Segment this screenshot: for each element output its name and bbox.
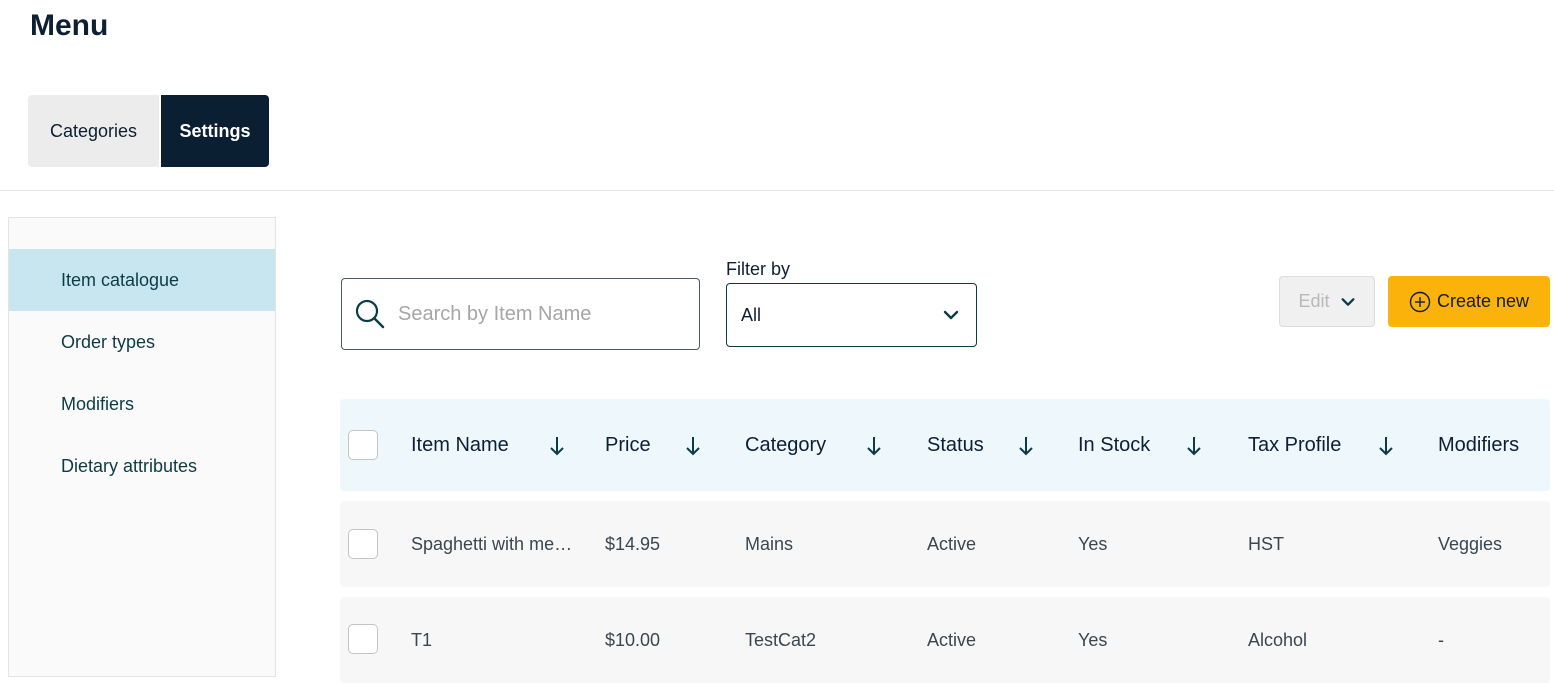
column-header-item-name[interactable]: Item Name <box>411 399 509 491</box>
cell-category: TestCat2 <box>745 629 817 650</box>
column-header-price[interactable]: Price <box>605 399 651 491</box>
sidebar-item-dietary-attributes[interactable]: Dietary attributes <box>9 435 275 497</box>
sidebar-item-modifiers[interactable]: Modifiers <box>9 373 275 435</box>
row-checkbox[interactable] <box>348 529 378 559</box>
sort-arrow-down-icon[interactable] <box>1018 435 1034 457</box>
tab-categories[interactable]: Categories <box>28 95 159 167</box>
sidebar-item-order-types[interactable]: Order types <box>9 311 275 373</box>
sidebar-item-item-catalogue[interactable]: Item catalogue <box>9 249 275 311</box>
filter-label: Filter by <box>726 259 791 279</box>
plus-circle-icon <box>1409 291 1431 312</box>
cell-in-stock: Yes <box>1078 629 1108 650</box>
chevron-down-icon <box>1341 297 1355 306</box>
row-checkbox[interactable] <box>348 624 378 654</box>
settings-sidebar: Item catalogue Order types Modifiers Die… <box>8 217 276 677</box>
page-title: Menu <box>30 9 109 42</box>
chevron-down-icon <box>943 310 959 320</box>
cell-category: Mains <box>745 533 794 554</box>
edit-button-label: Edit <box>1298 291 1330 311</box>
sort-arrow-down-icon[interactable] <box>685 435 701 457</box>
cell-tax-profile: Alcohol <box>1248 629 1308 650</box>
cell-tax-profile: HST <box>1248 533 1284 554</box>
cell-item-name: Spaghetti with me… <box>411 533 573 554</box>
sort-arrow-down-icon[interactable] <box>866 435 882 457</box>
cell-status: Active <box>927 533 977 554</box>
cell-in-stock: Yes <box>1078 533 1108 554</box>
sort-arrow-down-icon[interactable] <box>1186 435 1202 457</box>
search-icon <box>355 299 385 329</box>
column-header-category[interactable]: Category <box>745 399 826 491</box>
cell-item-name: T1 <box>411 629 433 650</box>
table-header: Item Name Price Category Status In Stock… <box>340 399 1550 491</box>
column-header-in-stock[interactable]: In Stock <box>1078 399 1150 491</box>
cell-price: $10.00 <box>605 629 661 650</box>
header-divider <box>0 190 1554 191</box>
column-header-tax-profile[interactable]: Tax Profile <box>1248 399 1341 491</box>
column-header-status[interactable]: Status <box>927 399 984 491</box>
filter-select[interactable]: All <box>726 283 977 347</box>
sort-arrow-down-icon[interactable] <box>549 435 565 457</box>
search-input[interactable] <box>398 302 678 326</box>
sort-arrow-down-icon[interactable] <box>1378 435 1394 457</box>
cell-status: Active <box>927 629 977 650</box>
edit-button[interactable]: Edit <box>1279 276 1375 327</box>
select-all-checkbox[interactable] <box>348 430 378 460</box>
column-header-modifiers[interactable]: Modifiers <box>1438 399 1519 491</box>
create-new-button[interactable]: Create new <box>1388 276 1550 327</box>
search-box <box>341 278 700 350</box>
filter-selected-value: All <box>741 304 762 325</box>
table-row[interactable]: Spaghetti with me… $14.95 Mains Active Y… <box>340 501 1550 587</box>
create-new-label: Create new <box>1436 291 1530 311</box>
table-row[interactable]: T1 $10.00 TestCat2 Active Yes Alcohol - <box>340 597 1550 683</box>
cell-price: $14.95 <box>605 533 661 554</box>
tab-settings[interactable]: Settings <box>161 95 269 167</box>
cell-modifiers: - <box>1438 629 1444 650</box>
cell-modifiers: Veggies <box>1438 533 1503 554</box>
tab-bar: Categories Settings <box>28 95 269 167</box>
